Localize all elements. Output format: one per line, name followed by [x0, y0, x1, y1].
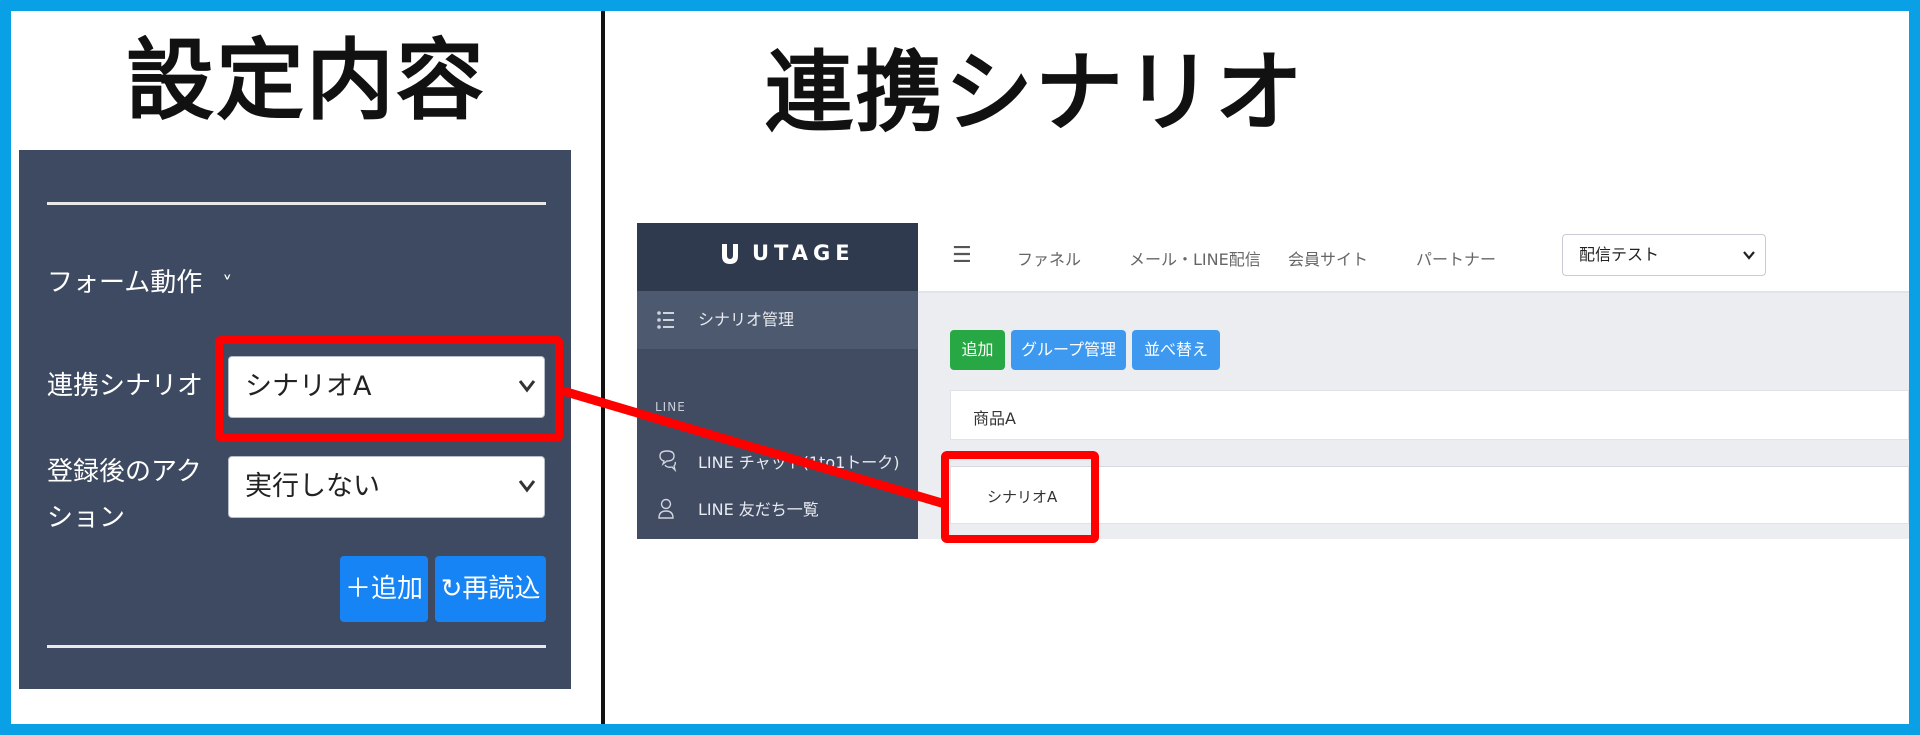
- connector-line: [561, 386, 947, 509]
- scenario-item-highlight: [941, 451, 1099, 543]
- connector-stroke: [561, 386, 947, 509]
- canvas: 設定内容 連携シナリオ フォーム動作 ˅ 連携シナリオ シナリオA 登録後のアク …: [11, 11, 1909, 724]
